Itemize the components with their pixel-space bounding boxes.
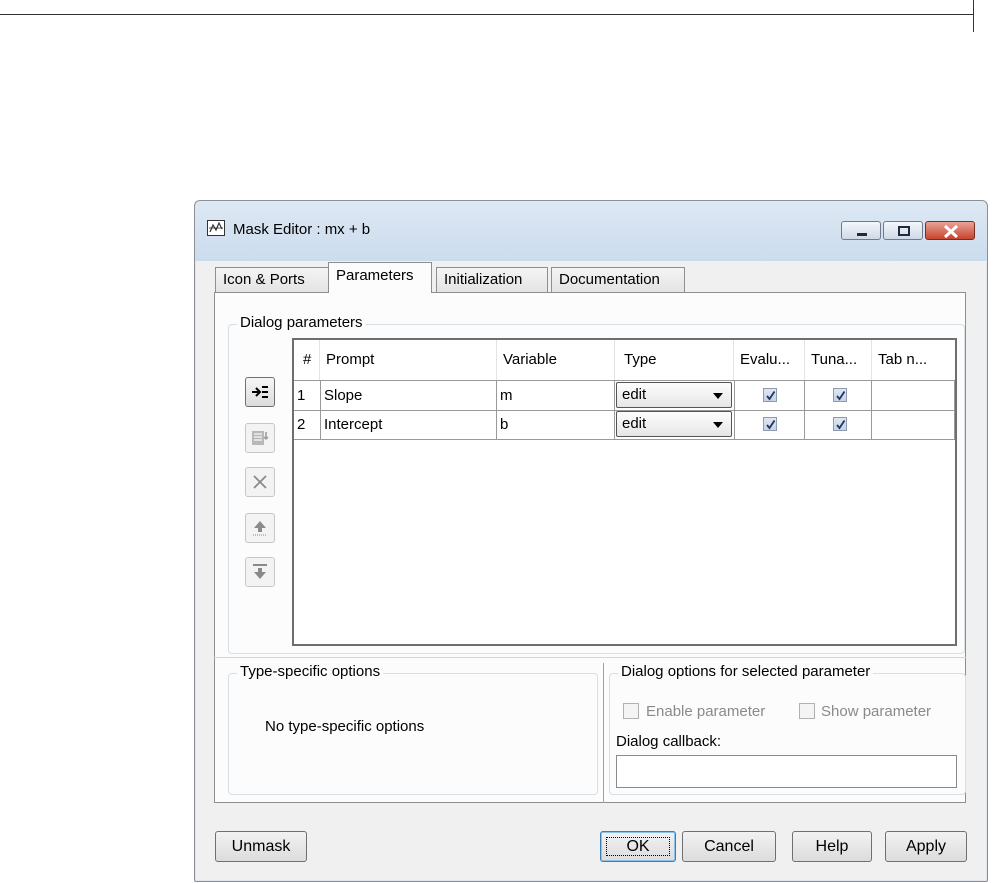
move-down-icon [253,564,267,579]
type-dropdown-value: edit [622,386,647,403]
check-icon [766,391,776,401]
move-down-button[interactable] [245,557,275,587]
focus-ring [606,837,670,856]
page-top-rule-tick [973,0,974,32]
evaluate-checkbox[interactable] [763,417,777,431]
column-header-variable[interactable]: Variable [497,340,615,380]
table-row[interactable]: 1 Slope m edit [294,380,955,411]
maximize-icon [898,226,910,236]
column-header-prompt[interactable]: Prompt [320,340,497,380]
enable-parameter-checkbox[interactable] [623,703,639,719]
mask-editor-window: Mask Editor : mx + b Icon & Ports Parame… [194,200,988,882]
dialog-parameters-label: Dialog parameters [237,314,366,331]
tab-documentation[interactable]: Documentation [551,267,685,293]
check-icon [766,420,776,430]
no-options-message: No type-specific options [265,718,425,735]
column-header-number[interactable]: # [294,340,320,380]
type-specific-options-label: Type-specific options [237,663,384,680]
evaluate-checkbox[interactable] [763,388,777,402]
prompt-cell[interactable]: Intercept [320,410,497,439]
type-dropdown[interactable]: edit [616,382,732,408]
column-header-tab-name[interactable]: Tab n... [872,340,955,380]
close-button[interactable] [925,221,975,240]
tunable-checkbox[interactable] [833,417,847,431]
add-parameter-icon [252,386,268,398]
dialog-callback-label: Dialog callback: [616,733,722,750]
close-icon [943,224,959,239]
delete-icon [253,475,267,489]
row-number: 1 [297,387,306,404]
options-divider [603,663,604,803]
prompt-cell[interactable]: Slope [320,381,497,410]
ok-button[interactable]: OK [600,831,676,862]
insert-parameter-button[interactable] [245,423,275,453]
check-icon [836,391,846,401]
window-title: Mask Editor : mx + b [233,221,371,238]
cancel-button[interactable]: Cancel [682,831,776,862]
row-number: 2 [297,416,306,433]
type-specific-options-group: Type-specific options No type-specific o… [228,663,598,795]
insert-parameter-icon [252,431,269,445]
dialog-callback-field[interactable] [616,755,957,788]
tab-parameters[interactable]: Parameters [328,262,432,293]
chevron-down-icon [713,422,723,428]
tab-name-cell[interactable] [872,381,955,410]
show-parameter-checkbox[interactable] [799,703,815,719]
type-dropdown-value: edit [622,415,647,432]
section-divider [214,657,966,658]
help-button[interactable]: Help [792,831,872,862]
dialog-options-label: Dialog options for selected parameter [618,663,874,680]
column-header-type[interactable]: Type [615,340,734,380]
unmask-button[interactable]: Unmask [215,831,307,862]
tunable-checkbox[interactable] [833,388,847,402]
column-header-tunable[interactable]: Tuna... [805,340,872,380]
tab-icon-ports[interactable]: Icon & Ports [215,267,329,293]
column-header-evaluate[interactable]: Evalu... [734,340,805,380]
page-top-rule [0,14,974,15]
minimize-icon [857,233,867,236]
tab-initialization[interactable]: Initialization [436,267,548,293]
variable-cell[interactable]: m [497,381,615,410]
apply-button[interactable]: Apply [885,831,967,862]
delete-parameter-button[interactable] [245,467,275,497]
add-parameter-button[interactable] [245,377,275,407]
title-bar[interactable]: Mask Editor : mx + b [195,201,987,261]
show-parameter-label: Show parameter [821,703,932,720]
parameters-table[interactable]: # Prompt Variable Type Evalu... Tuna... … [292,338,957,646]
variable-cell[interactable]: b [497,410,615,439]
chevron-down-icon [713,393,723,399]
move-up-icon [253,521,267,536]
move-up-button[interactable] [245,513,275,543]
maximize-button[interactable] [883,221,923,240]
mask-editor-icon [207,220,225,236]
check-icon [836,420,846,430]
table-row[interactable]: 2 Intercept b edit [294,410,955,440]
enable-parameter-label: Enable parameter [646,703,766,720]
minimize-button[interactable] [841,221,881,240]
tab-name-cell[interactable] [872,410,955,439]
type-dropdown[interactable]: edit [616,411,732,437]
